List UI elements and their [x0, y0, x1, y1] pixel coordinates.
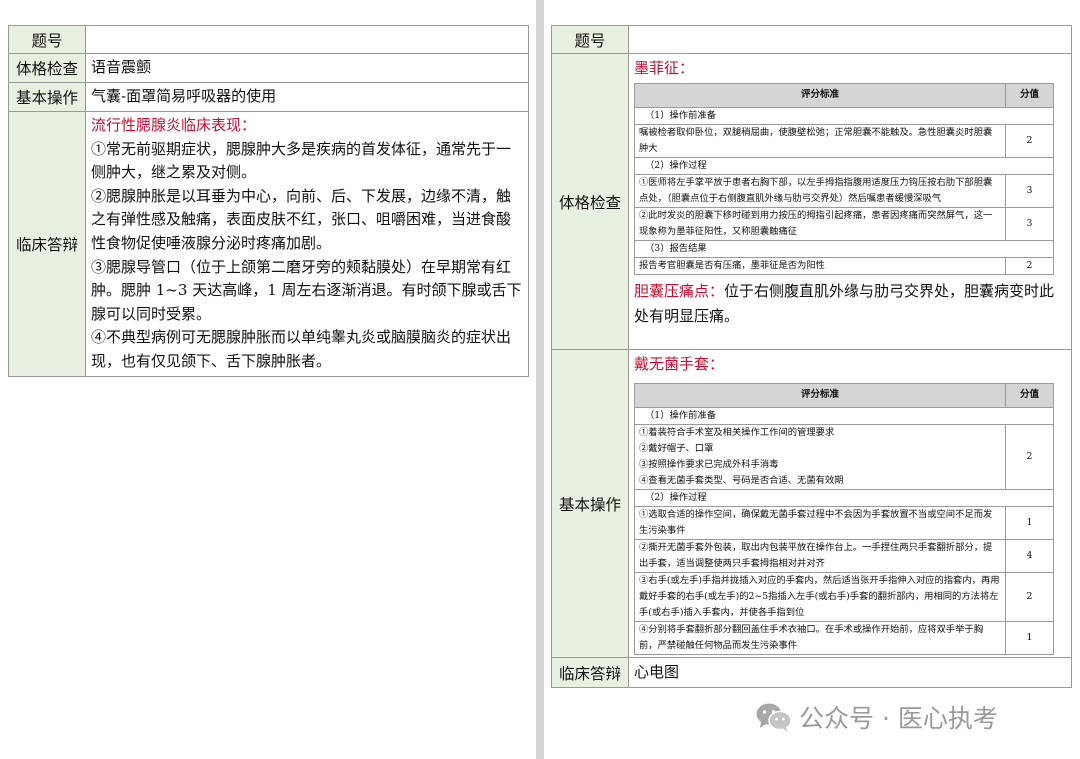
- score-header-cell: 分值: [1005, 82, 1054, 108]
- criteria-text: ①医师将左手掌平放于患者右胸下部，以左手拇指指腹用适度压力钩压按右肋下部胆囊点处…: [634, 173, 1006, 208]
- table-row: 题号: [8, 25, 529, 54]
- criteria-text: 报告考官胆囊是否有压痛，墨菲征是否为阳性: [634, 256, 1006, 275]
- criteria-line: ④查看无菌手套类型、号码是否合适、无菌有效期: [639, 474, 844, 486]
- exam-title: 墨菲征：: [634, 59, 695, 77]
- clinical-paragraph: ②腮腺肿胀是以耳垂为中心，向前、后、下发展，边缘不清，触之有弹性感及触痛，表面皮…: [91, 186, 512, 252]
- criteria-text: 嘱被检者取仰卧位，双腿稍屈曲，使腹壁松弛；正常胆囊不能触及。急性胆囊炎时胆囊肿大: [634, 123, 1006, 158]
- score-row: 报告考官胆囊是否有压痛，墨菲征是否为阳性 2: [634, 256, 1054, 275]
- gallbladder-note: 胆囊压痛点：位于右侧腹直肌外缘与肋弓交界处，胆囊病变时此处有明显压痛。: [634, 279, 1066, 329]
- criteria-text: ①选取合适的操作空间，确保戴无菌手套过程中不会因为手套放置不当或空间不足而发生污…: [634, 505, 1006, 540]
- section-label: （3）报告结果: [634, 239, 1054, 258]
- gloves-score-table: 评分标准 分值 （1）操作前准备 ①着装符合手术室及相关操作工作间的管理要求 ②…: [634, 382, 1054, 655]
- score-row: （1）操作前准备: [634, 106, 1054, 125]
- criteria-text: ①着装符合手术室及相关操作工作间的管理要求 ②戴好帽子、口罩 ③按照操作要求已完…: [634, 423, 1006, 490]
- section-label: （2）操作过程: [634, 156, 1054, 175]
- table-row: 临床答辩 心电图: [551, 657, 1072, 688]
- score-value: 4: [1005, 538, 1054, 573]
- row-value: 心电图: [628, 657, 1072, 688]
- score-row: 嘱被检者取仰卧位，双腿稍屈曲，使腹壁松弛；正常胆囊不能触及。急性胆囊炎时胆囊肿大…: [634, 123, 1054, 158]
- row-label: 题号: [8, 25, 86, 54]
- clinical-paragraph: ①常无前驱期症状，腮腺肿大多是疾病的首发体征，通常先于一侧肿大，继之累及对侧。: [91, 139, 512, 182]
- row-label: 题号: [551, 25, 629, 54]
- clinical-answer: 流行性腮腺炎临床表现： ①常无前驱期症状，腮腺肿大多是疾病的首发体征，通常先于一…: [85, 111, 529, 377]
- wechat-icon: [756, 703, 792, 732]
- criteria-header: 评分标准: [634, 82, 1006, 108]
- table-row: 基本操作 戴无菌手套： 评分标准 分值 （1）操作前准备 ①着装符合手术室及相关…: [551, 349, 1072, 658]
- right-page: 题号 体格检查 墨菲征： 评分标准 分值 （1）操作前准备 嘱被检者取仰卧位，双…: [544, 0, 1080, 759]
- score-row: ①着装符合手术室及相关操作工作间的管理要求 ②戴好帽子、口罩 ③按照操作要求已完…: [634, 423, 1054, 490]
- watermark: 公众号 · 医心执考: [755, 700, 998, 734]
- row-value: 语音震颤: [85, 53, 529, 83]
- clinical-paragraph: ④不典型病例可无腮腺肿胀而以单纯睾丸炎或脑膜脑炎的症状出现，也有仅见颌下、舌下腺…: [91, 328, 512, 370]
- clinical-title: 流行性腮腺炎临床表现：: [91, 116, 257, 134]
- score-row: （2）操作过程: [634, 488, 1054, 507]
- exam-content: 墨菲征： 评分标准 分值 （1）操作前准备 嘱被检者取仰卧位，双腿稍屈曲，使腹壁…: [628, 53, 1072, 350]
- basic-title: 戴无菌手套：: [634, 355, 725, 373]
- score-row: ③右手(或左手)手指并拢插入对应的手套内，然后适当张开手指伸入对应的指套内，再用…: [634, 571, 1054, 622]
- watermark-text: 公众号 · 医心执考: [799, 704, 998, 733]
- score-value: 2: [1005, 571, 1054, 622]
- score-row: （1）操作前准备: [634, 406, 1054, 425]
- row-value: [85, 25, 529, 54]
- score-value: 2: [1005, 423, 1054, 490]
- criteria-line: ①着装符合手术室及相关操作工作间的管理要求: [639, 426, 835, 438]
- section-label: （1）操作前准备: [634, 406, 1054, 425]
- row-label: 体格检查: [551, 53, 629, 350]
- row-label: 体格检查: [8, 53, 86, 83]
- score-header: 评分标准 分值: [634, 382, 1054, 408]
- note-title: 胆囊压痛点：: [634, 281, 725, 300]
- score-value: 2: [1005, 123, 1054, 158]
- row-label: 基本操作: [8, 82, 86, 112]
- criteria-line: ②戴好帽子、口罩: [639, 442, 714, 454]
- score-value: 2: [1005, 256, 1054, 275]
- score-row: （2）操作过程: [634, 156, 1054, 175]
- table-row: 临床答辩 流行性腮腺炎临床表现： ①常无前驱期症状，腮腺肿大多是疾病的首发体征，…: [8, 111, 529, 377]
- score-value: 3: [1005, 173, 1054, 208]
- basic-content: 戴无菌手套： 评分标准 分值 （1）操作前准备 ①着装符合手术室及相关操作工作间…: [628, 349, 1072, 658]
- row-value: 气囊-面罩简易呼吸器的使用: [85, 82, 529, 112]
- murphy-score-table: 评分标准 分值 （1）操作前准备 嘱被检者取仰卧位，双腿稍屈曲，使腹壁松弛；正常…: [634, 82, 1054, 275]
- clinical-paragraph: ③腮腺导管口（位于上颌第二磨牙旁的颊黏膜处）在早期常有红肿。腮肿 1~3 天达高…: [91, 257, 522, 323]
- score-row: ④分别将手套翻折部分翻回盖住手术衣袖口。在手术或操作开始前，应将双手举于胸前，严…: [634, 620, 1054, 655]
- criteria-header: 评分标准: [634, 382, 1006, 408]
- criteria-line: ③按照操作要求已完成外科手消毒: [639, 458, 779, 470]
- score-value: 1: [1005, 620, 1054, 655]
- table-row: 基本操作 气囊-面罩简易呼吸器的使用: [8, 82, 529, 112]
- criteria-text: ④分别将手套翻折部分翻回盖住手术衣袖口。在手术或操作开始前，应将双手举于胸前，严…: [634, 620, 1006, 655]
- section-label: （1）操作前准备: [634, 106, 1054, 125]
- table-row: 体格检查 墨菲征： 评分标准 分值 （1）操作前准备 嘱被检者取仰卧位，双腿稍屈…: [551, 53, 1072, 350]
- row-value: [628, 25, 1072, 54]
- left-exam-table: 题号 体格检查 语音震颤 基本操作 气囊-面罩简易呼吸器的使用 临床答辩 流行性…: [8, 25, 529, 377]
- score-header: 评分标准 分值: [634, 82, 1054, 108]
- score-row: ②撕开无菌手套外包装，取出内包装平放在操作台上。一手捏住两只手套翻折部分，提出手…: [634, 538, 1054, 573]
- left-page: 题号 体格检查 语音震颤 基本操作 气囊-面罩简易呼吸器的使用 临床答辩 流行性…: [0, 0, 536, 759]
- table-row: 体格检查 语音震颤: [8, 53, 529, 83]
- criteria-text: ②此时发炎的胆囊下移时碰到用力按压的拇指引起疼痛，患者因疼痛而突然屏气，这一现象…: [634, 206, 1006, 241]
- criteria-text: ②撕开无菌手套外包装，取出内包装平放在操作台上。一手捏住两只手套翻折部分，提出手…: [634, 538, 1006, 573]
- row-label: 临床答辩: [8, 111, 86, 377]
- score-value: 3: [1005, 206, 1054, 241]
- table-row: 题号: [551, 25, 1072, 54]
- score-header-cell: 分值: [1005, 382, 1054, 408]
- right-exam-table: 题号 体格检查 墨菲征： 评分标准 分值 （1）操作前准备 嘱被检者取仰卧位，双…: [551, 25, 1072, 688]
- score-value: 1: [1005, 505, 1054, 540]
- score-row: ①医师将左手掌平放于患者右胸下部，以左手拇指指腹用适度压力钩压按右肋下部胆囊点处…: [634, 173, 1054, 208]
- row-label: 基本操作: [551, 349, 629, 658]
- criteria-text: ③右手(或左手)手指并拢插入对应的手套内，然后适当张开手指伸入对应的指套内，再用…: [634, 571, 1006, 622]
- section-label: （2）操作过程: [634, 488, 1054, 507]
- score-row: ②此时发炎的胆囊下移时碰到用力按压的拇指引起疼痛，患者因疼痛而突然屏气，这一现象…: [634, 206, 1054, 241]
- row-label: 临床答辩: [551, 657, 629, 688]
- score-row: ①选取合适的操作空间，确保戴无菌手套过程中不会因为手套放置不当或空间不足而发生污…: [634, 505, 1054, 540]
- score-row: （3）报告结果: [634, 239, 1054, 258]
